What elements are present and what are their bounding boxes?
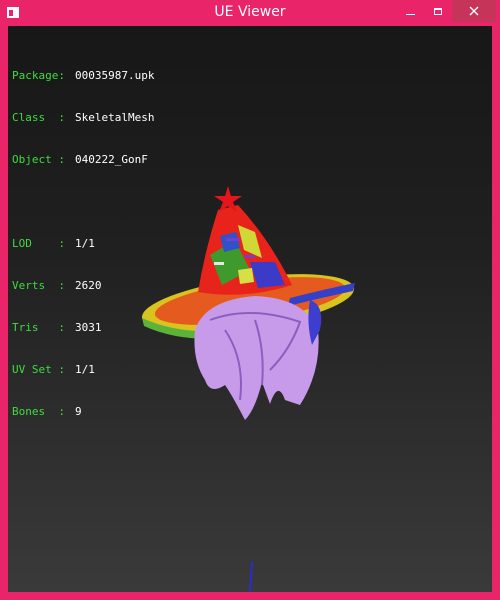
close-icon [469, 6, 479, 16]
minimize-icon [405, 13, 415, 15]
viewport[interactable]: Package: 00035987.upk Class : SkeletalMesh… [8, 26, 492, 592]
viewer-window: UE Viewer Package: 00035987.upk Class : Sk… [0, 0, 500, 600]
close-button[interactable] [452, 0, 496, 22]
minimize-button[interactable] [396, 0, 424, 22]
mesh-render [141, 186, 355, 592]
title-bar[interactable]: UE Viewer [0, 0, 500, 26]
maximize-icon [434, 7, 442, 15]
maximize-button[interactable] [424, 0, 452, 22]
